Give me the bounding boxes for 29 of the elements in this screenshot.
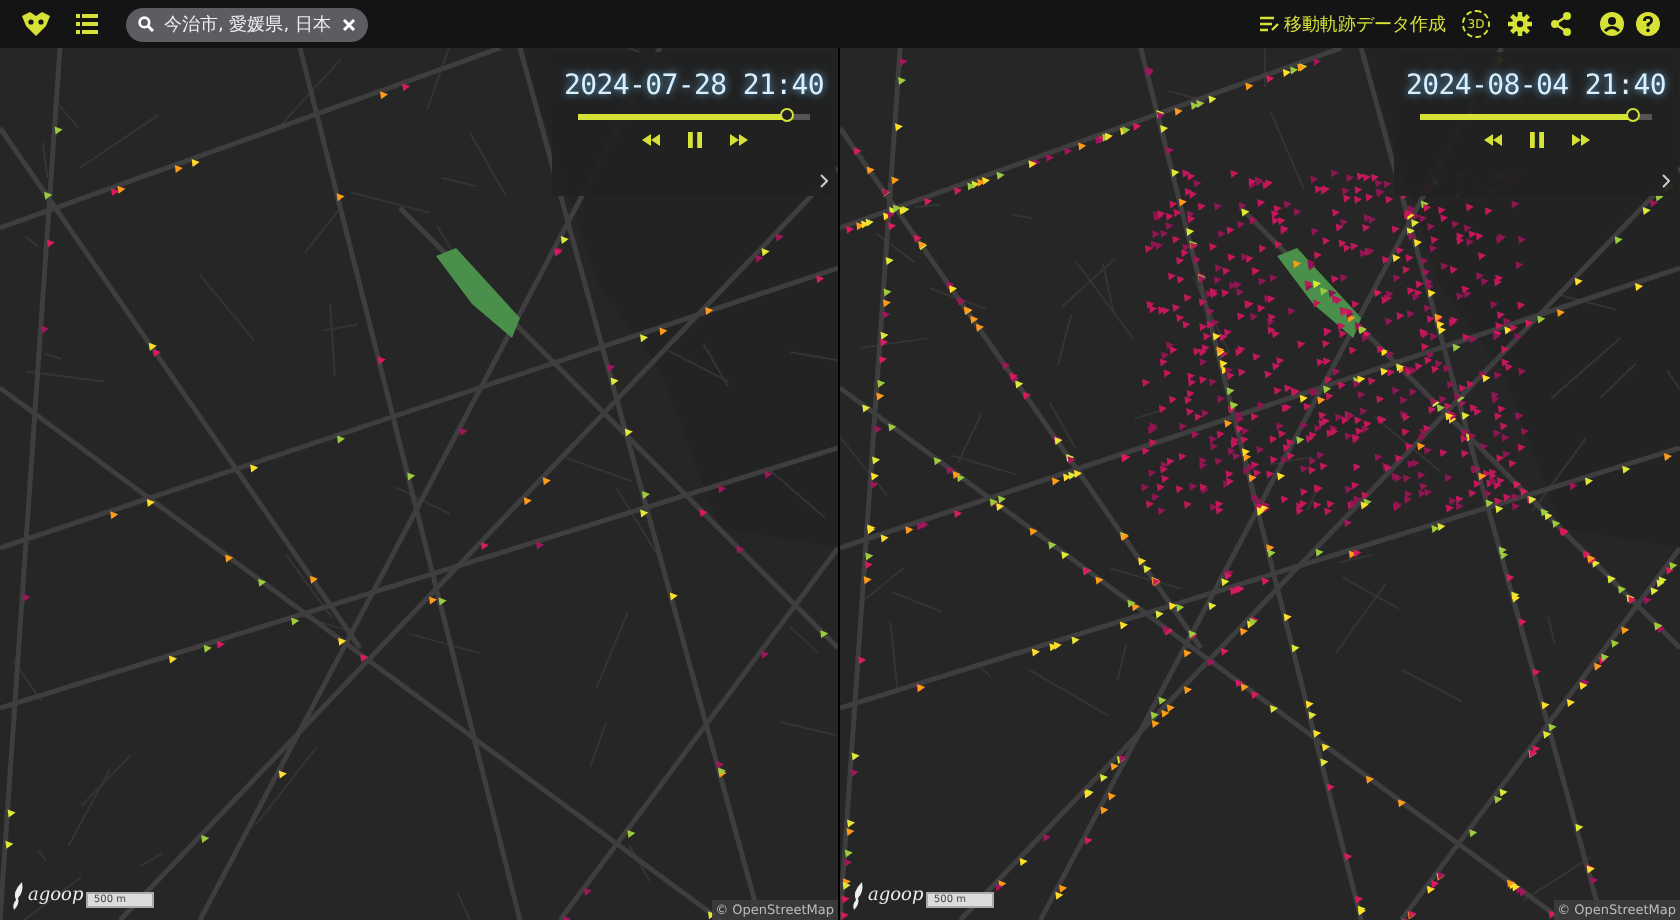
- pause-icon[interactable]: [1529, 132, 1543, 148]
- brand-logo-icon: [10, 882, 26, 910]
- search-icon: [138, 16, 154, 32]
- chevron-right-icon[interactable]: [1662, 174, 1670, 188]
- slider-thumb[interactable]: [1626, 108, 1641, 122]
- clear-icon[interactable]: [342, 17, 356, 31]
- rewind-icon[interactable]: [1483, 134, 1501, 146]
- time-slider[interactable]: [1420, 114, 1652, 120]
- fast-forward-icon[interactable]: [729, 134, 747, 146]
- slider-thumb[interactable]: [779, 108, 794, 122]
- fast-forward-icon[interactable]: [1571, 134, 1589, 146]
- timestamp: 2024-07-28 21:40: [563, 70, 825, 102]
- share-icon[interactable]: [1550, 12, 1572, 36]
- brand-name: agoop: [28, 886, 84, 906]
- timestamp: 2024-08-04 21:40: [1405, 70, 1667, 102]
- settings-icon[interactable]: [1508, 12, 1532, 36]
- account-icon[interactable]: [1600, 12, 1624, 36]
- logo-icon[interactable]: [20, 10, 52, 38]
- list-icon[interactable]: [76, 14, 98, 34]
- create-trajectory-button[interactable]: 移動軌跡データ作成: [1260, 11, 1446, 37]
- help-icon[interactable]: [1636, 12, 1660, 36]
- pause-icon[interactable]: [687, 132, 701, 148]
- brand-name: agoop: [868, 886, 924, 906]
- list-edit-icon: [1260, 16, 1280, 32]
- chevron-right-icon[interactable]: [820, 174, 828, 188]
- time-slider[interactable]: [578, 114, 810, 120]
- rewind-icon[interactable]: [641, 134, 659, 146]
- brand-logo-icon: [850, 882, 866, 910]
- search-field[interactable]: 今治市, 愛媛県, 日本: [126, 7, 368, 41]
